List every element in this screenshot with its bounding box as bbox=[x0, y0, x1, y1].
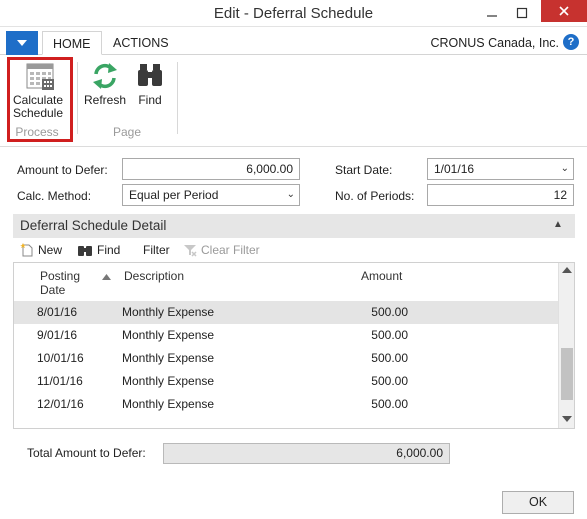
row-amount: 500.00 bbox=[371, 351, 408, 365]
calc-method-select[interactable]: Equal per Period ⌄ bbox=[122, 184, 300, 206]
minimize-icon bbox=[487, 15, 497, 17]
row-description: Monthly Expense bbox=[122, 328, 215, 342]
total-amount-label: Total Amount to Defer: bbox=[27, 446, 146, 460]
start-date-field[interactable]: 1/01/16 ⌄ bbox=[427, 158, 574, 180]
binoculars-icon bbox=[138, 64, 162, 86]
column-posting-date-line1: Posting bbox=[40, 269, 81, 283]
filter-label: Filter bbox=[143, 243, 170, 257]
chevron-down-icon: ⌄ bbox=[560, 163, 569, 174]
clear-filter-button[interactable]: Clear Filter bbox=[183, 243, 260, 257]
new-button[interactable]: New bbox=[20, 243, 62, 257]
column-amount[interactable]: Amount bbox=[361, 269, 402, 283]
new-document-icon bbox=[20, 243, 33, 257]
table-row[interactable]: 9/01/16 Monthly Expense 500.00 bbox=[14, 324, 560, 347]
tab-home[interactable]: HOME bbox=[42, 31, 102, 55]
app-menu-button[interactable] bbox=[6, 31, 38, 55]
new-label: New bbox=[38, 243, 63, 257]
sort-ascending-icon bbox=[102, 274, 111, 280]
refresh-label: Refresh bbox=[83, 93, 127, 107]
group-separator bbox=[77, 62, 78, 134]
ok-button[interactable]: OK bbox=[502, 491, 574, 514]
scroll-up-icon[interactable] bbox=[562, 267, 572, 273]
deferral-lines-grid: Posting Date Description Amount 8/01/16 … bbox=[13, 262, 575, 429]
no-of-periods-field[interactable]: 12 bbox=[427, 184, 574, 206]
column-posting-date-line2: Date bbox=[40, 283, 66, 297]
find-list-label: Find bbox=[97, 243, 121, 257]
highlight-box bbox=[7, 57, 73, 142]
table-row[interactable]: 10/01/16 Monthly Expense 500.00 bbox=[14, 347, 560, 370]
calc-method-value: Equal per Period bbox=[129, 188, 219, 202]
refresh-icon bbox=[93, 63, 117, 89]
maximize-button[interactable] bbox=[508, 0, 536, 26]
row-amount: 500.00 bbox=[371, 305, 408, 319]
minimize-button[interactable] bbox=[478, 0, 506, 26]
row-description: Monthly Expense bbox=[122, 397, 215, 411]
total-amount-field: 6,000.00 bbox=[163, 443, 450, 464]
vertical-scrollbar[interactable] bbox=[558, 263, 574, 428]
group-separator bbox=[177, 62, 178, 134]
table-row[interactable]: 12/01/16 Monthly Expense 500.00 bbox=[14, 393, 560, 416]
collapse-icon[interactable]: ▲ bbox=[553, 219, 563, 230]
start-date-label: Start Date: bbox=[335, 163, 393, 177]
caret-down-icon bbox=[17, 40, 27, 46]
binoculars-icon bbox=[78, 246, 92, 256]
group-label-page: Page bbox=[112, 125, 142, 139]
row-description: Monthly Expense bbox=[122, 374, 215, 388]
company-name[interactable]: CRONUS Canada, Inc. bbox=[430, 36, 559, 50]
find-label: Find bbox=[138, 93, 162, 107]
tab-actions[interactable]: ACTIONS bbox=[103, 31, 179, 55]
help-icon[interactable]: ? bbox=[563, 34, 579, 50]
maximize-icon bbox=[516, 7, 528, 19]
row-date: 10/01/16 bbox=[37, 351, 84, 365]
row-amount: 500.00 bbox=[371, 328, 408, 342]
refresh-button[interactable]: Refresh bbox=[82, 60, 128, 120]
close-icon bbox=[559, 6, 569, 16]
amount-to-defer-field[interactable]: 6,000.00 bbox=[122, 158, 300, 180]
clear-filter-label: Clear Filter bbox=[201, 243, 260, 257]
close-button[interactable] bbox=[541, 0, 587, 22]
column-posting-date[interactable]: Posting Date bbox=[40, 269, 80, 297]
find-button[interactable]: Find bbox=[134, 60, 166, 120]
no-of-periods-label: No. of Periods: bbox=[335, 189, 415, 203]
row-description: Monthly Expense bbox=[122, 351, 215, 365]
row-date: 9/01/16 bbox=[37, 328, 78, 342]
row-description: Monthly Expense bbox=[122, 305, 215, 319]
find-list-button[interactable]: Find bbox=[77, 243, 120, 257]
clear-filter-icon bbox=[184, 245, 197, 257]
scroll-down-icon[interactable] bbox=[562, 416, 572, 422]
row-date: 12/01/16 bbox=[37, 397, 84, 411]
column-description[interactable]: Description bbox=[124, 269, 184, 283]
amount-to-defer-label: Amount to Defer: bbox=[17, 163, 108, 177]
row-amount: 500.00 bbox=[371, 374, 408, 388]
scrollbar-thumb[interactable] bbox=[561, 348, 573, 400]
row-date: 11/01/16 bbox=[37, 374, 83, 388]
calc-method-label: Calc. Method: bbox=[17, 189, 92, 203]
table-row[interactable]: 8/01/16 Monthly Expense 500.00 bbox=[14, 301, 560, 324]
chevron-down-icon: ⌄ bbox=[286, 189, 295, 200]
row-date: 8/01/16 bbox=[37, 305, 78, 319]
table-row[interactable]: 11/01/16 Monthly Expense 500.00 bbox=[14, 370, 560, 393]
part-title: Deferral Schedule Detail bbox=[20, 218, 167, 233]
start-date-value: 1/01/16 bbox=[434, 162, 475, 176]
filter-button[interactable]: Filter bbox=[143, 243, 170, 257]
row-amount: 500.00 bbox=[371, 397, 408, 411]
grid-header: Posting Date Description Amount bbox=[14, 263, 560, 300]
